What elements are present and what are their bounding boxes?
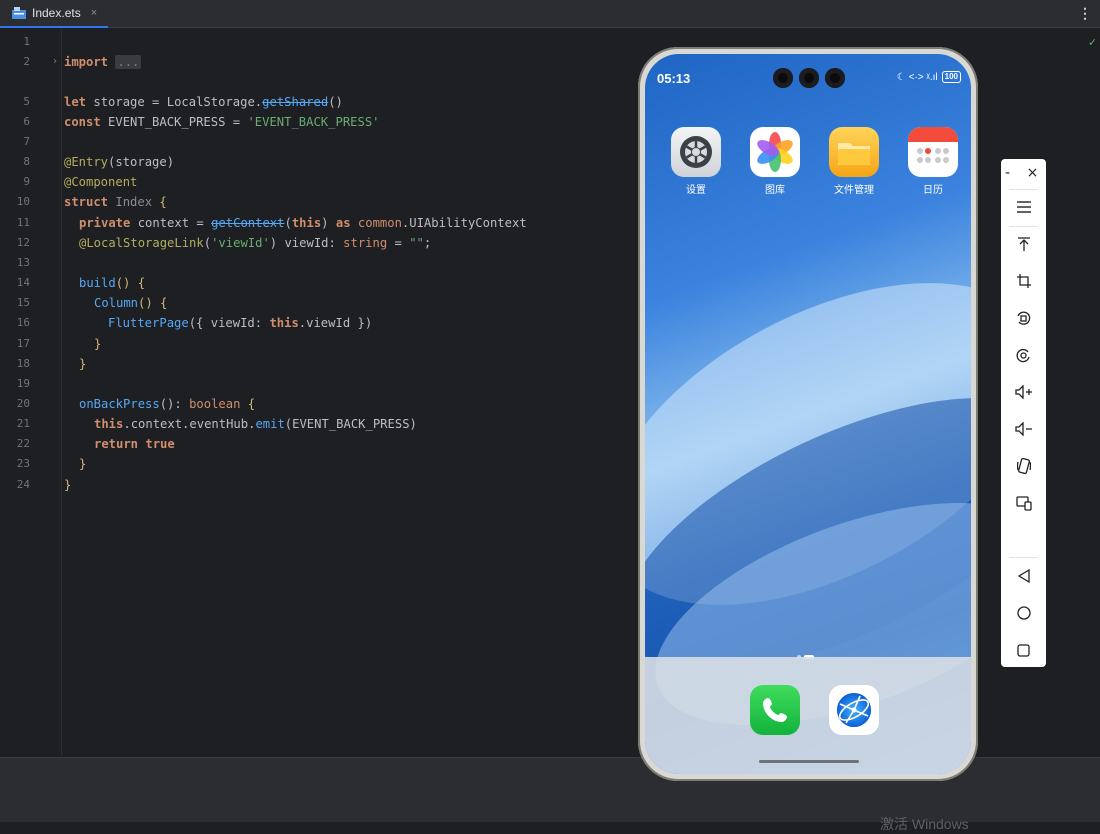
line-number: 14 — [16, 276, 30, 289]
code-line-20: onBackPress(): boolean { — [79, 397, 256, 411]
shake-icon[interactable] — [1001, 452, 1046, 480]
line-number: 12 — [16, 236, 30, 249]
files-icon — [829, 127, 879, 177]
home-icon[interactable] — [1001, 599, 1046, 627]
line-number: 10 — [16, 195, 30, 208]
home-indicator[interactable] — [759, 760, 859, 763]
multi-device-icon[interactable] — [1001, 489, 1046, 517]
file-icon — [12, 7, 26, 19]
code-line-2: import ... — [64, 55, 142, 69]
calendar-icon — [908, 127, 958, 177]
volume-down-icon[interactable] — [1001, 415, 1046, 443]
app-calendar[interactable]: 日历 — [903, 127, 963, 196]
phone-emulator: 05:13 ☾ <·> ᵡ.ıl 100 设置 图库 文件管理 日历 — [638, 47, 978, 781]
divider — [1009, 557, 1038, 558]
status-icons: ☾ <·> ᵡ.ıl 100 — [897, 71, 961, 83]
dock — [645, 657, 971, 774]
screenshot-icon[interactable] — [1001, 341, 1046, 369]
line-number-gutter: 1 2 › 5 6 7 8 9 10 11 12 13 14 15 16 17 … — [0, 29, 62, 756]
code-line-15: Column() { — [94, 296, 168, 310]
camera-icon — [773, 68, 793, 88]
inspection-ok-icon[interactable]: ✓ — [1089, 35, 1096, 49]
line-number: 21 — [16, 417, 30, 430]
code-line-16: FlutterPage({ viewId: this.viewId }) — [108, 316, 373, 330]
line-number: 17 — [16, 337, 30, 350]
more-options-icon[interactable]: ⋮ — [1078, 5, 1092, 22]
settings-icon — [671, 127, 721, 177]
volume-up-icon[interactable] — [1001, 378, 1046, 406]
line-number: 11 — [16, 216, 30, 229]
line-number: 16 — [16, 316, 30, 329]
code-line-12: @LocalStorageLink('viewId') viewId: stri… — [79, 236, 432, 250]
tab-close-icon[interactable]: × — [91, 7, 97, 19]
line-number: 7 — [23, 135, 30, 148]
app-phone[interactable] — [745, 685, 805, 735]
line-number: 5 — [23, 95, 30, 108]
divider — [1009, 189, 1038, 190]
line-number: 15 — [16, 296, 30, 309]
recents-icon[interactable] — [1001, 636, 1046, 664]
app-label: 日历 — [923, 185, 943, 196]
back-icon[interactable] — [1001, 562, 1046, 590]
app-files[interactable]: 文件管理 — [824, 127, 884, 196]
tab-label: Index.ets — [32, 6, 81, 20]
camera-icon — [799, 68, 819, 88]
tab-index-ets[interactable]: Index.ets × — [0, 0, 108, 28]
app-label: 设置 — [686, 185, 706, 196]
code-line-8: @Entry(storage) — [64, 155, 175, 169]
browser-icon — [829, 685, 879, 735]
line-number: 6 — [23, 115, 30, 128]
divider — [1009, 226, 1038, 227]
line-number: 9 — [23, 175, 30, 188]
code-line-24: } — [64, 478, 72, 492]
code-line-21: this.context.eventHub.emit(EVENT_BACK_PR… — [94, 417, 417, 431]
folded-imports[interactable]: ... — [115, 55, 142, 69]
status-time: 05:13 — [657, 71, 691, 86]
line-number: 13 — [16, 256, 30, 269]
phone-icon — [750, 685, 800, 735]
menu-icon[interactable] — [1001, 193, 1046, 221]
code-line-22: return true — [94, 437, 175, 451]
code-line-23: } — [79, 457, 87, 471]
signal-icons: ☾ <·> ᵡ.ıl — [896, 71, 938, 83]
code-line-11: private context = getContext(this) as co… — [79, 216, 527, 230]
code-line-14: build() { — [79, 276, 146, 290]
activate-windows-watermark: 激活 Windows — [880, 816, 969, 832]
line-number: 18 — [16, 357, 30, 370]
line-number: 8 — [23, 155, 30, 168]
code-line-5: let storage = LocalStorage.getShared() — [64, 95, 343, 109]
code-line-9: @Component — [64, 175, 138, 189]
camera-icon — [825, 68, 845, 88]
fold-arrow-icon[interactable]: › — [52, 52, 58, 72]
app-settings[interactable]: 设置 — [666, 127, 726, 196]
line-number: 2 — [23, 55, 30, 68]
app-label: 文件管理 — [834, 185, 874, 196]
camera-cutout — [773, 68, 845, 88]
line-number: 23 — [16, 457, 30, 470]
gallery-icon — [750, 127, 800, 177]
app-browser[interactable] — [824, 685, 884, 735]
emulator-toolbar: - × — [1001, 159, 1046, 667]
battery-icon: 100 — [941, 71, 961, 83]
minimize-button[interactable]: - — [995, 159, 1020, 187]
pin-top-icon[interactable] — [1001, 230, 1046, 258]
phone-screen[interactable]: 05:13 ☾ <·> ᵡ.ıl 100 设置 图库 文件管理 日历 — [645, 54, 971, 774]
close-button[interactable]: × — [1020, 159, 1045, 187]
code-line-10: struct Index { — [64, 195, 167, 209]
app-label: 图库 — [765, 185, 785, 196]
line-number: 24 — [16, 478, 30, 491]
code-line-17: } — [94, 337, 102, 351]
line-number: 22 — [16, 437, 30, 450]
code-line-18: } — [79, 357, 87, 371]
crop-icon[interactable] — [1001, 267, 1046, 295]
rotate-icon[interactable] — [1001, 304, 1046, 332]
app-gallery[interactable]: 图库 — [745, 127, 805, 196]
line-number: 20 — [16, 397, 30, 410]
editor-tab-bar: Index.ets × ⋮ — [0, 0, 1100, 28]
line-number: 1 — [23, 35, 30, 48]
code-line-6: const EVENT_BACK_PRESS = 'EVENT_BACK_PRE… — [64, 115, 380, 129]
line-number: 19 — [16, 377, 30, 390]
